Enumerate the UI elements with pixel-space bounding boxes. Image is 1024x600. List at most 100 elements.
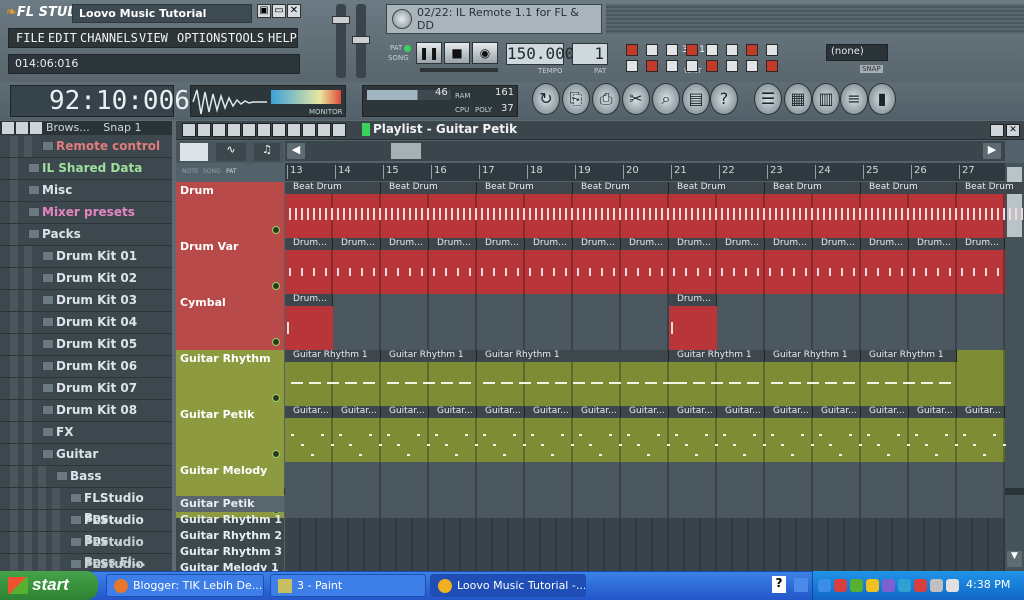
browser-item[interactable]: FLStudio Bass Pl... bbox=[0, 554, 172, 571]
clip-body[interactable] bbox=[909, 250, 957, 294]
tempo-display[interactable]: 150.000 bbox=[506, 43, 574, 65]
tray-icon[interactable] bbox=[850, 579, 863, 592]
wait-input-icon[interactable] bbox=[626, 60, 638, 72]
vscroll-down-icon[interactable]: ▼ bbox=[1007, 551, 1022, 567]
pattern-clip[interactable]: Guitar Rhythm 1 bbox=[381, 350, 477, 362]
clip-body[interactable] bbox=[381, 194, 477, 238]
scroll-icon[interactable] bbox=[686, 60, 698, 72]
mixer-view-icon[interactable]: ▮ bbox=[868, 83, 896, 115]
pattern-clip[interactable]: Beat Drum bbox=[765, 182, 861, 194]
save-icon[interactable]: ⎘ bbox=[562, 83, 590, 115]
time-ruler[interactable]: 13 14 15 16 17 18 19 20 21 22 23 24 25 26 27 bbox=[285, 163, 1005, 181]
countdown-icon[interactable] bbox=[666, 44, 678, 56]
pattern-clip[interactable]: Guitar Rhythm 1 bbox=[285, 350, 381, 362]
clip-body[interactable] bbox=[861, 362, 957, 406]
pattern-display[interactable]: 1 bbox=[572, 43, 608, 65]
pattern-clip[interactable]: Guitar... bbox=[333, 406, 381, 418]
track-lane[interactable] bbox=[285, 462, 1005, 518]
clip-body[interactable] bbox=[957, 418, 1006, 462]
undo-icon[interactable]: ↻ bbox=[532, 83, 560, 115]
browser-snap[interactable]: Snap 1 bbox=[103, 121, 141, 134]
loop-record-icon[interactable] bbox=[746, 44, 758, 56]
render-icon[interactable]: ✂ bbox=[622, 83, 650, 115]
pattern-clip[interactable]: Drum... bbox=[381, 238, 429, 250]
quicklaunch-icon[interactable] bbox=[794, 578, 808, 592]
browser-item[interactable]: FLStudio Bass Fi... bbox=[0, 532, 172, 569]
task-blogger[interactable]: Blogger: TIK Lebih De... bbox=[106, 574, 264, 597]
stop-button[interactable]: ■ bbox=[444, 42, 470, 64]
clip-body[interactable] bbox=[573, 194, 669, 238]
clip-body[interactable] bbox=[333, 250, 381, 294]
step-seq-view-icon[interactable]: ▦ bbox=[784, 83, 812, 115]
channel-row[interactable]: Guitar Rhythm 3 bbox=[176, 544, 284, 560]
link-icon[interactable] bbox=[746, 60, 758, 72]
clip-body[interactable] bbox=[957, 194, 1024, 238]
position-slider[interactable] bbox=[420, 68, 498, 72]
pattern-clip[interactable]: Guitar... bbox=[957, 406, 1005, 418]
browser-item[interactable]: Bass bbox=[0, 466, 172, 488]
audio-mode-tab[interactable]: ♫ bbox=[254, 143, 280, 161]
menu-edit[interactable]: EDIT bbox=[48, 31, 77, 45]
restore-button[interactable]: ▣ bbox=[257, 4, 271, 18]
pattern-clip[interactable]: Guitar... bbox=[621, 406, 669, 418]
pattern-clip[interactable]: Guitar Rhythm 1 bbox=[861, 350, 957, 362]
select-tool-icon[interactable] bbox=[287, 123, 301, 137]
pattern-clip[interactable]: Guitar... bbox=[285, 406, 333, 418]
tray-icon[interactable] bbox=[898, 579, 911, 592]
menu-view[interactable]: VIEW bbox=[139, 31, 168, 45]
playlist-close-icon[interactable]: ✕ bbox=[1006, 124, 1020, 137]
task-paint[interactable]: 3 - Paint bbox=[270, 574, 426, 597]
blend-notes-icon[interactable] bbox=[706, 44, 718, 56]
clip-body[interactable] bbox=[285, 418, 334, 462]
step-edit-icon[interactable] bbox=[646, 44, 658, 56]
pattern-clip[interactable]: Drum... bbox=[861, 238, 909, 250]
pattern-clip[interactable]: Beat Drum bbox=[477, 182, 573, 194]
pattern-clip[interactable]: Drum... bbox=[285, 238, 333, 250]
pattern-clip[interactable]: Drum... bbox=[333, 238, 381, 250]
pattern-clip[interactable]: Drum... bbox=[285, 294, 333, 306]
scroll-left-icon[interactable]: ◀ bbox=[287, 143, 305, 159]
menu-options[interactable]: OPTIONS bbox=[177, 31, 228, 45]
song-time-display[interactable]: 92:10:006 bbox=[10, 85, 190, 117]
clip-body[interactable] bbox=[285, 194, 381, 238]
browser-item[interactable]: Drum Kit 04 bbox=[0, 312, 172, 334]
play-tool-icon[interactable] bbox=[317, 123, 331, 137]
delete-tool-icon[interactable] bbox=[242, 123, 256, 137]
tray-icon[interactable] bbox=[834, 579, 847, 592]
pattern-clip[interactable]: Guitar... bbox=[909, 406, 957, 418]
scroll-thumb[interactable] bbox=[391, 143, 421, 159]
clip-body[interactable] bbox=[429, 250, 477, 294]
multilink-icon[interactable] bbox=[766, 44, 778, 56]
pattern-clip[interactable]: Drum... bbox=[429, 238, 477, 250]
clip-body[interactable] bbox=[573, 250, 621, 294]
tray-icon[interactable] bbox=[866, 579, 879, 592]
clip-body[interactable] bbox=[669, 362, 765, 406]
browser-item[interactable]: Guitar bbox=[0, 444, 172, 466]
pattern-clip[interactable]: Guitar Rhythm 1 bbox=[765, 350, 861, 362]
pattern-clip[interactable]: Guitar... bbox=[861, 406, 909, 418]
pattern-clip[interactable]: Guitar... bbox=[429, 406, 477, 418]
tray-icon[interactable] bbox=[930, 579, 943, 592]
metronome-icon[interactable] bbox=[626, 44, 638, 56]
menu-file[interactable]: FILE bbox=[16, 31, 45, 45]
pattern-clip[interactable]: Drum... bbox=[573, 238, 621, 250]
pattern-clip[interactable]: Drum... bbox=[813, 238, 861, 250]
pattern-clip[interactable]: Guitar... bbox=[477, 406, 525, 418]
browser-item[interactable]: Drum Kit 05 bbox=[0, 334, 172, 356]
clip-body[interactable] bbox=[765, 250, 813, 294]
playlist-view-icon[interactable]: ☰ bbox=[754, 83, 782, 115]
pattern-clip[interactable]: Drum... bbox=[957, 238, 1005, 250]
help-tray-icon[interactable]: ? bbox=[772, 576, 786, 593]
channel-row[interactable]: Guitar Rhythm 1 bbox=[176, 512, 284, 528]
browser-item[interactable]: Drum Kit 01 bbox=[0, 246, 172, 268]
clip-body[interactable] bbox=[573, 418, 622, 462]
track-lane[interactable]: Drum... Drum... Drum... Drum... Drum... Drum.… bbox=[285, 238, 1005, 294]
pat-mode-led[interactable] bbox=[404, 45, 411, 52]
clip-body[interactable] bbox=[429, 418, 478, 462]
clip-body[interactable] bbox=[669, 194, 765, 238]
clip-body[interactable] bbox=[621, 418, 670, 462]
clip-body[interactable] bbox=[477, 194, 573, 238]
browser-item[interactable]: Drum Kit 03 bbox=[0, 290, 172, 312]
clip-body[interactable] bbox=[477, 250, 525, 294]
track-name-drum[interactable]: Drum bbox=[176, 182, 284, 238]
